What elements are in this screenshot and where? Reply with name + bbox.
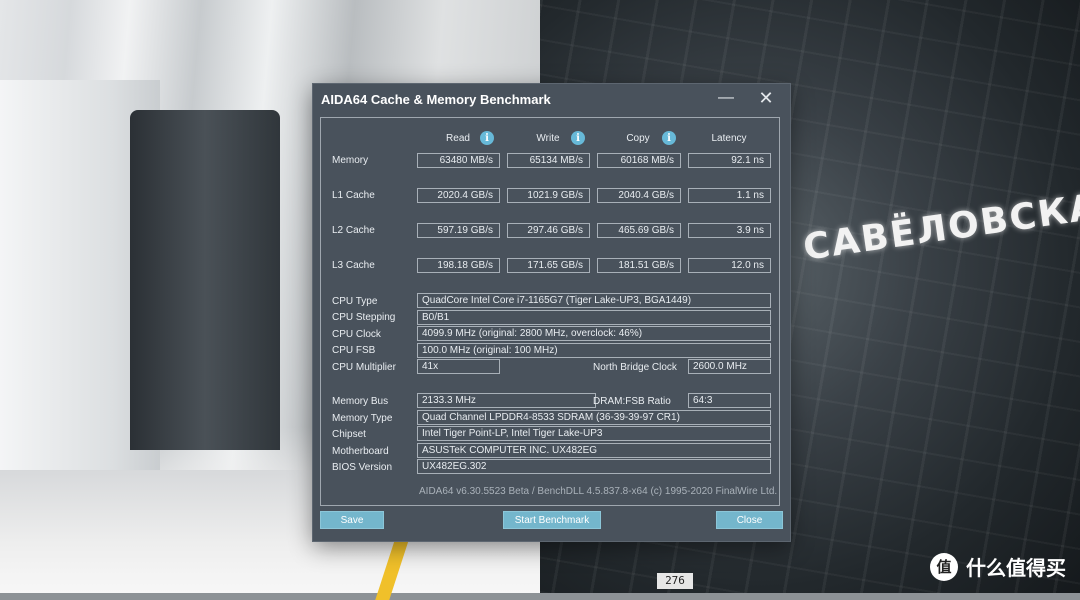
l3-read-value: 198.18 GB/s — [417, 258, 500, 273]
cpu-clock-label: CPU Clock — [332, 329, 381, 340]
cpu-fsb-label: CPU FSB — [332, 345, 376, 356]
read-info-icon[interactable]: i — [480, 131, 494, 145]
bios-version-value: UX482EG.302 — [417, 459, 771, 474]
cpu-clock-value: 4099.9 MHz (original: 2800 MHz, overcloc… — [417, 326, 771, 341]
close-button[interactable]: Close — [716, 511, 783, 529]
watermark-text: 什么值得买 — [966, 556, 1066, 580]
results-panel: Read i Write i Copy i Latency Memory 634… — [320, 117, 780, 506]
column-header-copy: Copy — [626, 133, 650, 144]
watermark: 值 什么值得买 — [930, 552, 1066, 581]
memory-latency-value: 92.1 ns — [688, 153, 771, 168]
copy-info-icon[interactable]: i — [662, 131, 676, 145]
save-button[interactable]: Save — [320, 511, 384, 529]
window-close-button[interactable]: ✕ — [746, 84, 786, 112]
start-benchmark-button[interactable]: Start Benchmark — [503, 511, 601, 529]
l2-write-value: 297.46 GB/s — [507, 223, 590, 238]
column-header-write: Write — [536, 133, 560, 144]
row-label-l2-cache: L2 Cache — [332, 225, 375, 236]
row-label-memory: Memory — [332, 155, 369, 166]
memory-read-value: 63480 MB/s — [417, 153, 500, 168]
l3-copy-value: 181.51 GB/s — [597, 258, 681, 273]
cpu-multiplier-value: 41x — [417, 359, 500, 374]
bios-version-label: BIOS Version — [332, 462, 393, 473]
minimize-button[interactable]: — — [706, 84, 746, 112]
memory-type-label: Memory Type — [332, 413, 393, 424]
cpu-stepping-label: CPU Stepping — [332, 312, 396, 323]
north-bridge-clock-value: 2600.0 MHz — [688, 359, 771, 374]
benchmark-window: AIDA64 Cache & Memory Benchmark — ✕ Read… — [313, 84, 790, 541]
motherboard-label: Motherboard — [332, 446, 389, 457]
l2-read-value: 597.19 GB/s — [417, 223, 500, 238]
l1-write-value: 1021.9 GB/s — [507, 188, 590, 203]
column-header-latency: Latency — [711, 133, 747, 144]
l2-copy-value: 465.69 GB/s — [597, 223, 681, 238]
cpu-stepping-value: B0/B1 — [417, 310, 771, 325]
window-titlebar[interactable]: AIDA64 Cache & Memory Benchmark — ✕ — [313, 84, 790, 114]
dram-fsb-ratio-value: 64:3 — [688, 393, 771, 408]
dram-fsb-ratio-label: DRAM:FSB Ratio — [593, 396, 671, 407]
cpu-multiplier-label: CPU Multiplier — [332, 362, 396, 373]
l2-latency-value: 3.9 ns — [688, 223, 771, 238]
window-title: AIDA64 Cache & Memory Benchmark — [321, 91, 551, 107]
l3-write-value: 171.65 GB/s — [507, 258, 590, 273]
l1-read-value: 2020.4 GB/s — [417, 188, 500, 203]
chipset-value: Intel Tiger Point-LP, Intel Tiger Lake-U… — [417, 426, 771, 441]
background-doorway — [130, 110, 280, 450]
chipset-label: Chipset — [332, 429, 366, 440]
column-header-read: Read — [446, 133, 470, 144]
motherboard-value: ASUSTeK COMPUTER INC. UX482EG — [417, 443, 771, 458]
version-footer: AIDA64 v6.30.5523 Beta / BenchDLL 4.5.83… — [419, 486, 778, 497]
cpu-type-value: QuadCore Intel Core i7-1165G7 (Tiger Lak… — [417, 293, 771, 308]
memory-bus-label: Memory Bus — [332, 396, 389, 407]
row-label-l3-cache: L3 Cache — [332, 260, 375, 271]
watermark-logo-icon: 值 — [930, 552, 958, 581]
north-bridge-clock-label: North Bridge Clock — [593, 362, 677, 373]
memory-type-value: Quad Channel LPDDR4-8533 SDRAM (36-39-39… — [417, 410, 771, 425]
l1-copy-value: 2040.4 GB/s — [597, 188, 681, 203]
memory-copy-value: 60168 MB/s — [597, 153, 681, 168]
cpu-fsb-value: 100.0 MHz (original: 100 MHz) — [417, 343, 771, 358]
row-label-l1-cache: L1 Cache — [332, 190, 375, 201]
l3-latency-value: 12.0 ns — [688, 258, 771, 273]
write-info-icon[interactable]: i — [571, 131, 585, 145]
l1-latency-value: 1.1 ns — [688, 188, 771, 203]
memory-write-value: 65134 MB/s — [507, 153, 590, 168]
background-track-plate: 276 — [657, 573, 693, 589]
cpu-type-label: CPU Type — [332, 296, 378, 307]
memory-bus-value: 2133.3 MHz — [417, 393, 596, 408]
